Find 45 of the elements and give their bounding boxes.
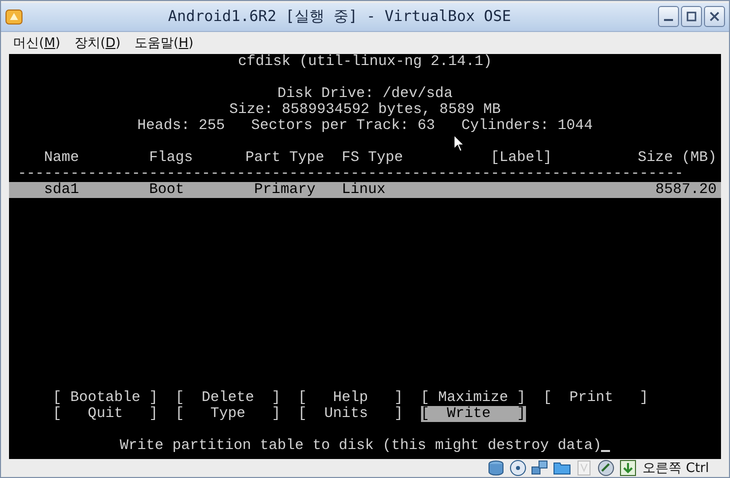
mouse-pointer-icon [453, 134, 465, 153]
column-header: [Label] [490, 150, 553, 166]
close-button[interactable] [704, 6, 725, 28]
menu-button[interactable]: [ Help ] [298, 390, 404, 406]
disk-info: Heads: 255 Sectors per Track: 63 Cylinders: 1044 [137, 118, 593, 134]
menu-button[interactable]: [ Units ] [298, 406, 404, 422]
disk-info: Disk Drive: /dev/sda [277, 86, 453, 102]
status-message: Write partition table to disk (this might destroy data) [120, 438, 602, 454]
menu-button[interactable]: [ Maximize ] [420, 390, 526, 406]
program-title: cfdisk (util-linux-ng 2.14.1) [238, 54, 492, 70]
table-cell-text: Linux [342, 182, 387, 198]
table-cell-text: sda1 [44, 182, 80, 198]
menu-item[interactable]: 장치(D) [74, 34, 121, 52]
host-key-label: 오른쪽 Ctrl [642, 460, 709, 477]
column-header: FS Type [342, 150, 404, 166]
menu-item[interactable]: 도움말(H) [134, 34, 194, 52]
table-cell-text: Primary [253, 182, 316, 198]
download-icon [618, 459, 637, 477]
menu-button[interactable]: [ Delete ] [175, 390, 280, 406]
maximize-icon [686, 11, 697, 22]
minimize-button[interactable] [658, 6, 679, 28]
table-cell-text: 8587.20 [654, 182, 718, 198]
window-title: Android1.6R2 [실행 중] - VirtualBox OSE [166, 7, 512, 26]
menu-button[interactable]: [ Bootable ] [52, 390, 158, 406]
disc-icon [508, 459, 527, 477]
separator-line: ---------------------------------------------------------------------------- [18, 166, 684, 182]
column-header: Name [44, 150, 80, 166]
menu-button[interactable]: [ Print ] [543, 390, 648, 406]
app-icon [5, 8, 23, 26]
column-header: Part Type [245, 150, 326, 166]
close-icon [709, 11, 720, 22]
menu-button[interactable]: [ Quit ] [52, 406, 158, 422]
minimize-icon [664, 19, 673, 22]
menu-button[interactable]: [ Write ] [420, 406, 526, 422]
table-cell-text: Boot [149, 182, 186, 198]
menu-item[interactable]: 머신(M) [13, 34, 60, 52]
column-header: Size (MB) [636, 150, 718, 166]
text-cursor [601, 450, 610, 452]
partition-row[interactable]: sda1 Boot Primary Linux 8587.20 [9, 182, 721, 198]
column-header: Flags [149, 150, 194, 166]
disk-info: Size: 8589934592 bytes, 8589 MB [229, 102, 501, 118]
network-icon [530, 459, 549, 477]
maximize-button[interactable] [681, 6, 702, 28]
hard-disk-icon [486, 459, 505, 477]
menu-button[interactable]: [ Type ] [175, 406, 280, 422]
